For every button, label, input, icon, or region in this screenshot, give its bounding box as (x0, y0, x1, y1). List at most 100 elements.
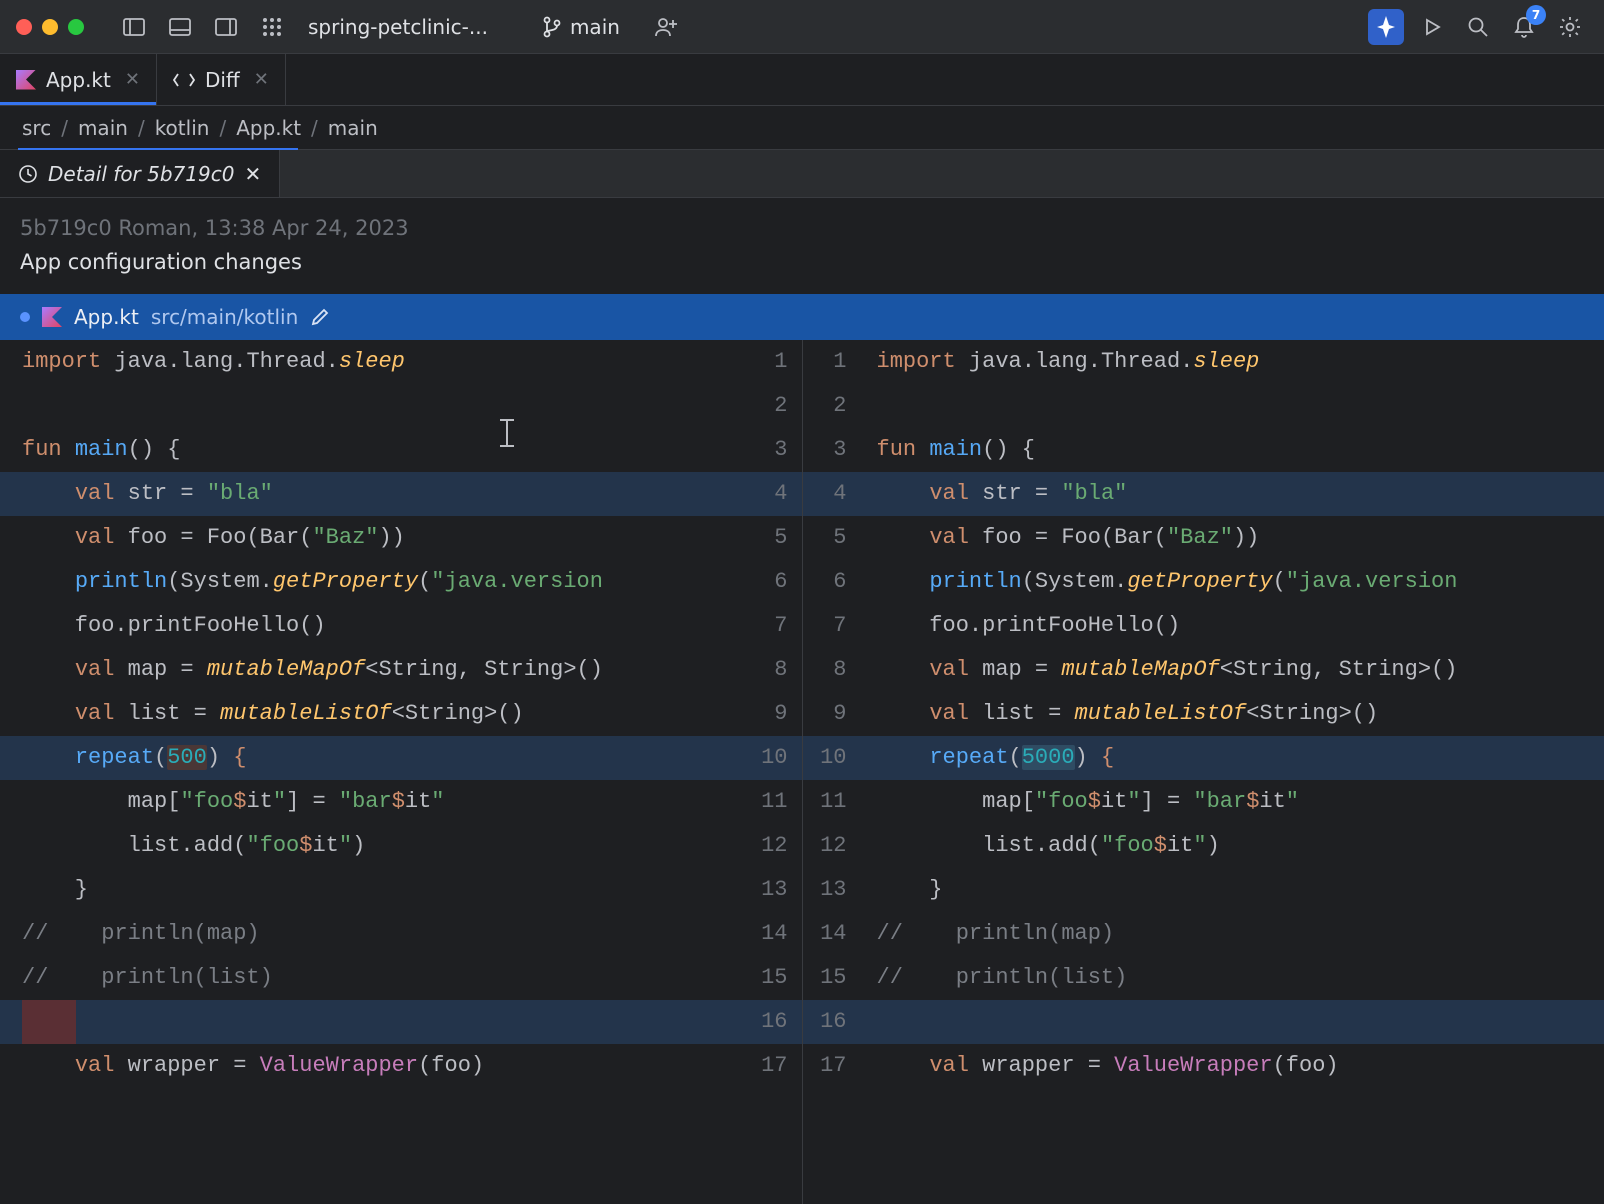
code-line[interactable]: 8 val map = mutableMapOf<String, String>… (803, 648, 1604, 692)
diff-left-pane[interactable]: import java.lang.Thread.sleep12fun main(… (0, 340, 803, 1204)
code-line[interactable]: val str = "bla"4 (0, 472, 802, 516)
sidebar-bottom-icon[interactable] (162, 9, 198, 45)
pencil-edit-icon[interactable] (310, 307, 330, 327)
line-number: 10 (803, 736, 855, 780)
code-line[interactable]: val list = mutableListOf<String>()9 (0, 692, 802, 736)
code-content (855, 384, 1604, 428)
minimize-window-button[interactable] (42, 19, 58, 35)
apps-grid-icon[interactable] (254, 9, 290, 45)
code-line[interactable]: 4 val str = "bla" (803, 472, 1604, 516)
code-line[interactable]: 13 } (803, 868, 1604, 912)
branch-selector[interactable]: main (542, 15, 620, 39)
code-line[interactable]: val foo = Foo(Bar("Baz"))5 (0, 516, 802, 560)
kotlin-file-icon (16, 70, 36, 90)
line-number: 14 (750, 912, 802, 956)
close-icon[interactable]: ✕ (125, 69, 140, 90)
code-content: map["foo$it"] = "bar$it" (0, 780, 750, 824)
tab-label: App.kt (46, 68, 111, 92)
code-line[interactable]: 3fun main() { (803, 428, 1604, 472)
code-line[interactable]: 12 list.add("foo$it") (803, 824, 1604, 868)
code-line[interactable]: 5 val foo = Foo(Bar("Baz")) (803, 516, 1604, 560)
code-line[interactable]: val wrapper = ValueWrapper(foo)17 (0, 1044, 802, 1088)
breadcrumb-item[interactable]: App.kt (236, 116, 301, 140)
breadcrumb-item[interactable]: src (22, 116, 51, 140)
code-content: println(System.getProperty("java.version (0, 560, 750, 604)
code-content: list.add("foo$it") (0, 824, 750, 868)
project-name-label[interactable]: spring-petclinic-... (308, 15, 488, 39)
line-number: 15 (803, 956, 855, 1000)
code-content (0, 1000, 750, 1044)
detail-tab[interactable]: Detail for 5b719c0 ✕ (0, 150, 280, 197)
breadcrumb-item[interactable]: kotlin (155, 116, 210, 140)
sidebar-right-icon[interactable] (208, 9, 244, 45)
line-number: 10 (750, 736, 802, 780)
diff-view: import java.lang.Thread.sleep12fun main(… (0, 340, 1604, 1204)
line-number: 17 (803, 1044, 855, 1088)
code-line[interactable]: 17 val wrapper = ValueWrapper(foo) (803, 1044, 1604, 1088)
line-number: 14 (803, 912, 855, 956)
code-line[interactable]: 11 map["foo$it"] = "bar$it" (803, 780, 1604, 824)
breadcrumb: src / main / kotlin / App.kt / main (0, 106, 1604, 150)
sidebar-left-icon[interactable] (116, 9, 152, 45)
code-line[interactable]: import java.lang.Thread.sleep1 (0, 340, 802, 384)
code-line[interactable]: map["foo$it"] = "bar$it"11 (0, 780, 802, 824)
line-number: 16 (750, 1000, 802, 1044)
add-collaborator-icon[interactable] (648, 9, 684, 45)
run-icon[interactable] (1414, 9, 1450, 45)
code-line[interactable]: 2 (803, 384, 1604, 428)
code-line[interactable]: 16 (803, 1000, 1604, 1044)
notifications-icon[interactable]: 7 (1506, 9, 1542, 45)
tab-diff[interactable]: Diff ✕ (157, 54, 286, 105)
breadcrumb-separator: / (311, 116, 318, 140)
code-line[interactable]: val map = mutableMapOf<String, String>()… (0, 648, 802, 692)
code-line[interactable]: // println(map)14 (0, 912, 802, 956)
breadcrumb-item[interactable]: main (328, 116, 378, 140)
code-line[interactable]: repeat(500) {10 (0, 736, 802, 780)
detail-tab-row: Detail for 5b719c0 ✕ (0, 150, 1604, 198)
branch-name-label: main (570, 15, 620, 39)
code-content: val wrapper = ValueWrapper(foo) (855, 1044, 1604, 1088)
line-number: 15 (750, 956, 802, 1000)
code-line[interactable]: 6 println(System.getProperty("java.versi… (803, 560, 1604, 604)
code-line[interactable]: 9 val list = mutableListOf<String>() (803, 692, 1604, 736)
close-icon[interactable]: ✕ (244, 162, 261, 186)
code-line[interactable]: 2 (0, 384, 802, 428)
code-line[interactable]: // println(list)15 (0, 956, 802, 1000)
maximize-window-button[interactable] (68, 19, 84, 35)
code-line[interactable]: println(System.getProperty("java.version… (0, 560, 802, 604)
settings-gear-icon[interactable] (1552, 9, 1588, 45)
code-line[interactable]: 10 repeat(5000) { (803, 736, 1604, 780)
line-number: 5 (803, 516, 855, 560)
close-window-button[interactable] (16, 19, 32, 35)
diff-right-pane[interactable]: 1import java.lang.Thread.sleep23fun main… (803, 340, 1604, 1204)
ai-assistant-icon[interactable] (1368, 9, 1404, 45)
close-icon[interactable]: ✕ (254, 69, 269, 90)
code-line[interactable]: 1import java.lang.Thread.sleep (803, 340, 1604, 384)
code-line[interactable]: }13 (0, 868, 802, 912)
code-content: map["foo$it"] = "bar$it" (855, 780, 1604, 824)
search-icon[interactable] (1460, 9, 1496, 45)
diff-file-header[interactable]: App.kt src/main/kotlin (0, 294, 1604, 340)
code-content: val map = mutableMapOf<String, String>() (0, 648, 750, 692)
breadcrumb-item[interactable]: main (78, 116, 128, 140)
branch-icon (542, 16, 562, 38)
line-number: 6 (750, 560, 802, 604)
code-line[interactable]: 7 foo.printFooHello() (803, 604, 1604, 648)
code-line[interactable]: foo.printFooHello()7 (0, 604, 802, 648)
code-content: repeat(5000) { (855, 736, 1604, 780)
code-content: list.add("foo$it") (855, 824, 1604, 868)
line-number: 8 (750, 648, 802, 692)
code-content: val foo = Foo(Bar("Baz")) (0, 516, 750, 560)
code-line[interactable]: fun main() {3 (0, 428, 802, 472)
code-line[interactable]: 14// println(map) (803, 912, 1604, 956)
file-name-label: App.kt (74, 305, 139, 329)
code-content: } (0, 868, 750, 912)
tab-app-kt[interactable]: App.kt ✕ (0, 54, 157, 105)
code-line[interactable]: list.add("foo$it")12 (0, 824, 802, 868)
code-line[interactable]: 15// println(list) (803, 956, 1604, 1000)
kotlin-file-icon (42, 307, 62, 327)
code-line[interactable]: 16 (0, 1000, 802, 1044)
code-content: foo.printFooHello() (0, 604, 750, 648)
line-number: 3 (750, 428, 802, 472)
breadcrumb-separator: / (138, 116, 145, 140)
